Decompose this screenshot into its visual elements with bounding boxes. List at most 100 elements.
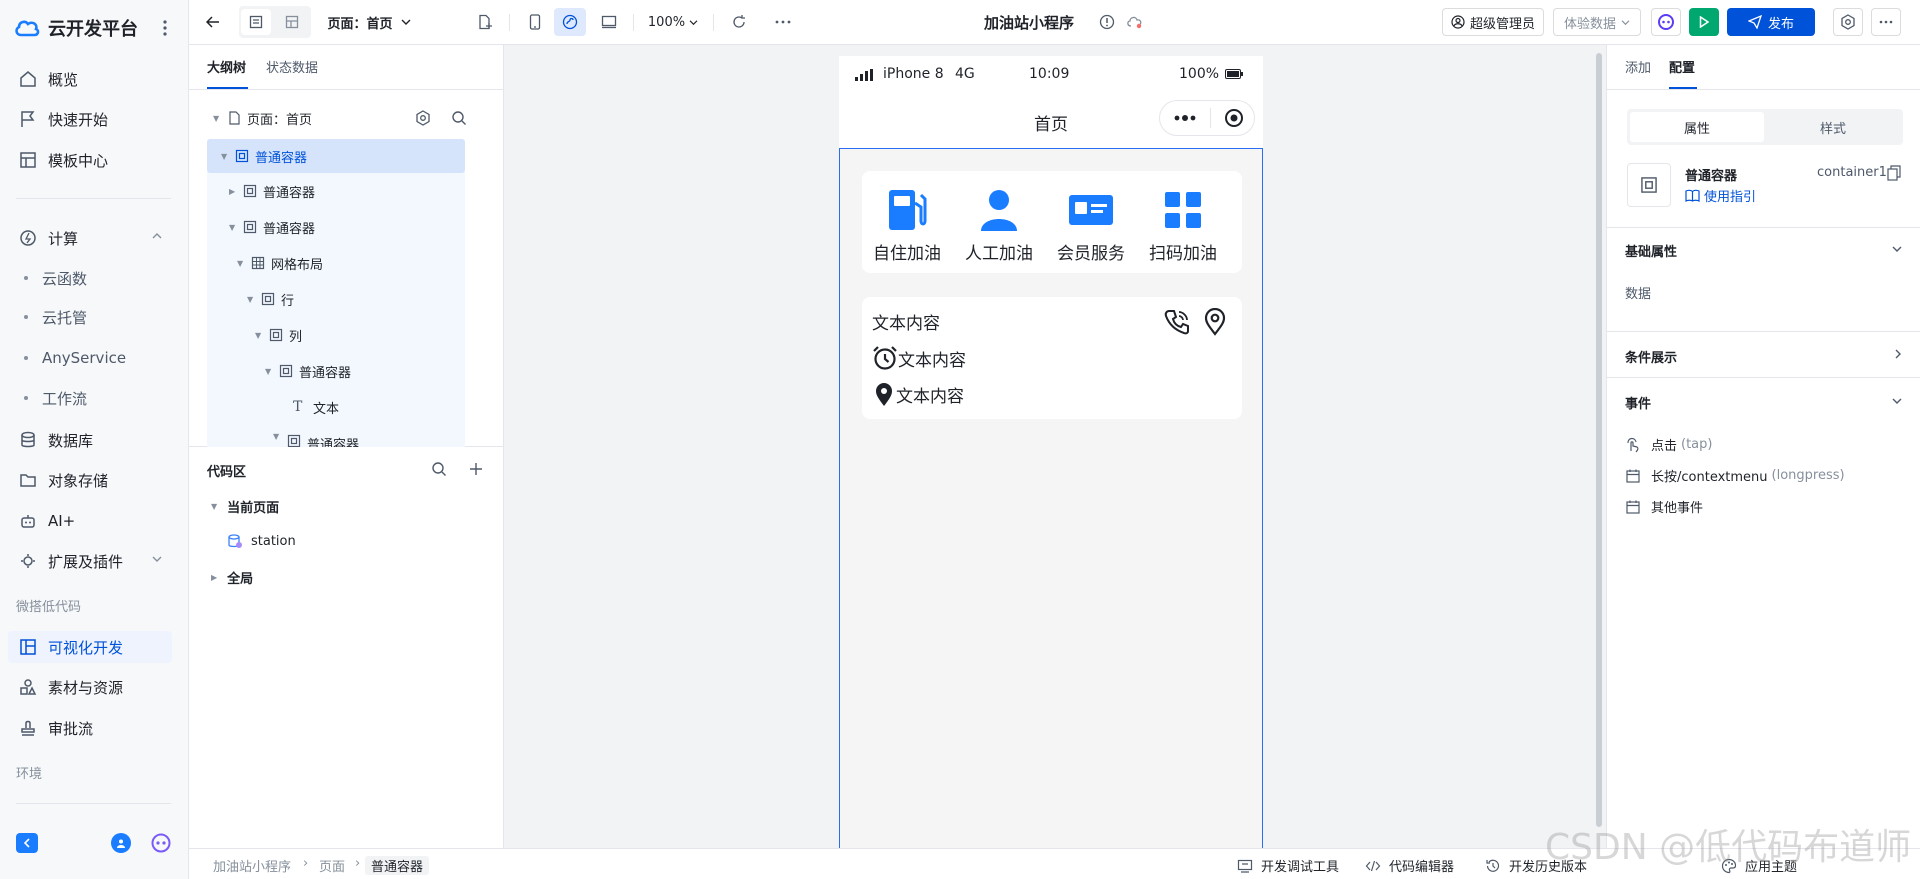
nav-approval[interactable]: 审批流 — [8, 712, 172, 744]
nav-overview[interactable]: 概览 — [8, 63, 172, 95]
search-icon[interactable] — [451, 110, 467, 126]
chevron-up-icon — [152, 232, 162, 240]
code-editor[interactable]: 代码编辑器 — [1365, 856, 1454, 875]
chevron-down-icon[interactable] — [1892, 245, 1902, 253]
tree-node-page[interactable]: ▼ 页面：首页 — [207, 103, 467, 133]
tree-node-text[interactable]: T 文本 — [207, 392, 465, 422]
miniprogram-device-icon[interactable] — [554, 8, 586, 36]
tab-add[interactable]: 添加 — [1625, 57, 1651, 76]
page-selector[interactable]: 页面：首页 — [321, 8, 417, 36]
tree-node-container[interactable]: ▼ 普通容器 — [207, 426, 465, 447]
tree-node-container[interactable]: ▼ 普通容器 — [207, 212, 465, 242]
publish-button[interactable]: 发布 — [1727, 8, 1815, 36]
tree-node-container[interactable]: ▼ 普通容器 — [207, 356, 465, 386]
nav-cloud-hosting[interactable]: 云托管 — [8, 301, 172, 333]
add-page-icon[interactable] — [471, 8, 499, 36]
search-icon[interactable] — [431, 461, 447, 477]
breadcrumb-app[interactable]: 加油站小程序 — [213, 856, 291, 875]
segment-styles[interactable]: 样式 — [1766, 112, 1900, 142]
flag-icon — [18, 109, 38, 129]
event-tap[interactable]: 点击 (tap) — [1625, 435, 1712, 454]
nav-assets[interactable]: 素材与资源 — [8, 671, 172, 703]
admin-button[interactable]: 超级管理员 — [1442, 8, 1544, 36]
collapse-nav-icon[interactable] — [16, 833, 38, 853]
nav-extensions[interactable]: 扩展及插件 — [8, 545, 172, 577]
nav-ai[interactable]: AI+ — [8, 505, 172, 537]
robot-icon — [18, 511, 38, 531]
tree-node-grid[interactable]: ▼ 网格布局 — [207, 248, 465, 278]
miniprogram-capsule — [1159, 100, 1255, 136]
nav-templates[interactable]: 模板中心 — [8, 144, 172, 176]
nav-compute[interactable]: 计算 — [8, 222, 172, 254]
segment-properties[interactable]: 属性 — [1630, 112, 1764, 142]
device-name: iPhone 8 — [883, 66, 944, 82]
tree-node-row[interactable]: ▼ 行 — [207, 284, 465, 314]
station-info-card[interactable]: 文本内容 文本内容 文本内容 — [862, 297, 1242, 419]
dev-debug-tools[interactable]: 开发调试工具 — [1237, 856, 1339, 875]
phone-nav-bar: 首页 — [839, 92, 1263, 148]
nav-storage[interactable]: 对象存储 — [8, 464, 172, 496]
chevron-down-icon — [152, 555, 162, 563]
more-menu-icon[interactable] — [158, 16, 172, 40]
ai-assistant-icon[interactable] — [150, 833, 172, 853]
event-longpress[interactable]: 长按/contextmenu (longpress) — [1625, 466, 1845, 485]
nav-database[interactable]: 数据库 — [8, 424, 172, 456]
event-hint: (tap) — [1681, 437, 1713, 452]
component-view-icon[interactable] — [277, 8, 307, 36]
desktop-device-icon[interactable] — [595, 8, 623, 36]
brand[interactable]: 云开发平台 — [14, 14, 138, 42]
breadcrumb-page[interactable]: 页面 — [319, 856, 345, 875]
zoom-selector[interactable]: 100% — [645, 8, 701, 36]
capsule-close-icon[interactable] — [1224, 108, 1244, 128]
nav-anyservice[interactable]: AnyService — [8, 342, 172, 374]
user-avatar-icon[interactable] — [111, 833, 131, 853]
section-basic-props[interactable]: 基础属性 — [1625, 241, 1677, 260]
section-events[interactable]: 事件 — [1625, 393, 1651, 412]
ai-assistant-button[interactable] — [1651, 8, 1681, 36]
code-global[interactable]: ▶ 全局 — [211, 568, 253, 587]
mobile-device-icon[interactable] — [521, 8, 549, 36]
more-options-button[interactable] — [1871, 8, 1901, 36]
phone-call-icon[interactable] — [1164, 309, 1190, 335]
tree-node-container[interactable]: ▶ 普通容器 — [207, 176, 465, 206]
service-scan-refuel[interactable]: 扫码加油 — [1138, 189, 1228, 264]
cloud-sync-icon[interactable] — [1123, 8, 1147, 36]
tab-outline-tree[interactable]: 大纲树 — [207, 57, 246, 76]
chevron-right-icon[interactable] — [1894, 349, 1902, 359]
breadcrumb-current[interactable]: 普通容器 — [365, 856, 430, 875]
tab-config[interactable]: 配置 — [1669, 57, 1695, 76]
data-mode-selector[interactable]: 体验数据 — [1553, 8, 1641, 36]
chevron-down-icon[interactable] — [1892, 397, 1902, 405]
service-membership[interactable]: 会员服务 — [1046, 189, 1136, 264]
page-settings-icon[interactable] — [415, 110, 431, 126]
more-horizontal-icon[interactable] — [769, 8, 797, 36]
service-card[interactable]: 自住加油 人工加油 会员服务 扫码加油 — [862, 171, 1242, 273]
code-item-station[interactable]: station — [227, 533, 296, 549]
location-pin-icon[interactable] — [1204, 308, 1226, 336]
page-view-icon[interactable] — [241, 9, 271, 35]
refresh-icon[interactable] — [725, 8, 753, 36]
nav-visual-dev[interactable]: 可视化开发 — [8, 631, 172, 663]
plus-icon[interactable] — [469, 462, 483, 476]
capsule-menu-icon[interactable] — [1174, 115, 1196, 121]
tree-node-container-root[interactable]: ▼ 普通容器 — [207, 139, 465, 173]
event-other[interactable]: 其他事件 — [1625, 497, 1703, 516]
code-current-page[interactable]: ▼ 当前页面 — [211, 497, 279, 516]
nav-workflow[interactable]: 工作流 — [8, 382, 172, 414]
copy-icon[interactable] — [1887, 165, 1901, 181]
nav-quickstart[interactable]: 快速开始 — [8, 103, 172, 135]
back-arrow-icon[interactable] — [201, 8, 225, 36]
usage-guide-link[interactable]: 使用指引 — [1685, 186, 1756, 205]
canvas-scrollbar[interactable] — [1596, 53, 1602, 827]
service-self-refuel[interactable]: 自住加油 — [862, 189, 952, 264]
info-icon[interactable] — [1095, 8, 1119, 36]
run-button[interactable] — [1689, 8, 1719, 36]
tab-state-data[interactable]: 状态数据 — [266, 57, 318, 76]
nav-cloud-function[interactable]: 云函数 — [8, 262, 172, 294]
phone-page-body[interactable]: 自住加油 人工加油 会员服务 扫码加油 文本内容 文本内容 文本内容 — [839, 148, 1263, 848]
settings-button[interactable] — [1833, 8, 1863, 36]
section-condition[interactable]: 条件展示 — [1625, 347, 1677, 366]
tree-node-column[interactable]: ▼ 列 — [207, 320, 465, 350]
service-manual-refuel[interactable]: 人工加油 — [954, 189, 1044, 264]
app-grid-icon — [1165, 192, 1201, 228]
